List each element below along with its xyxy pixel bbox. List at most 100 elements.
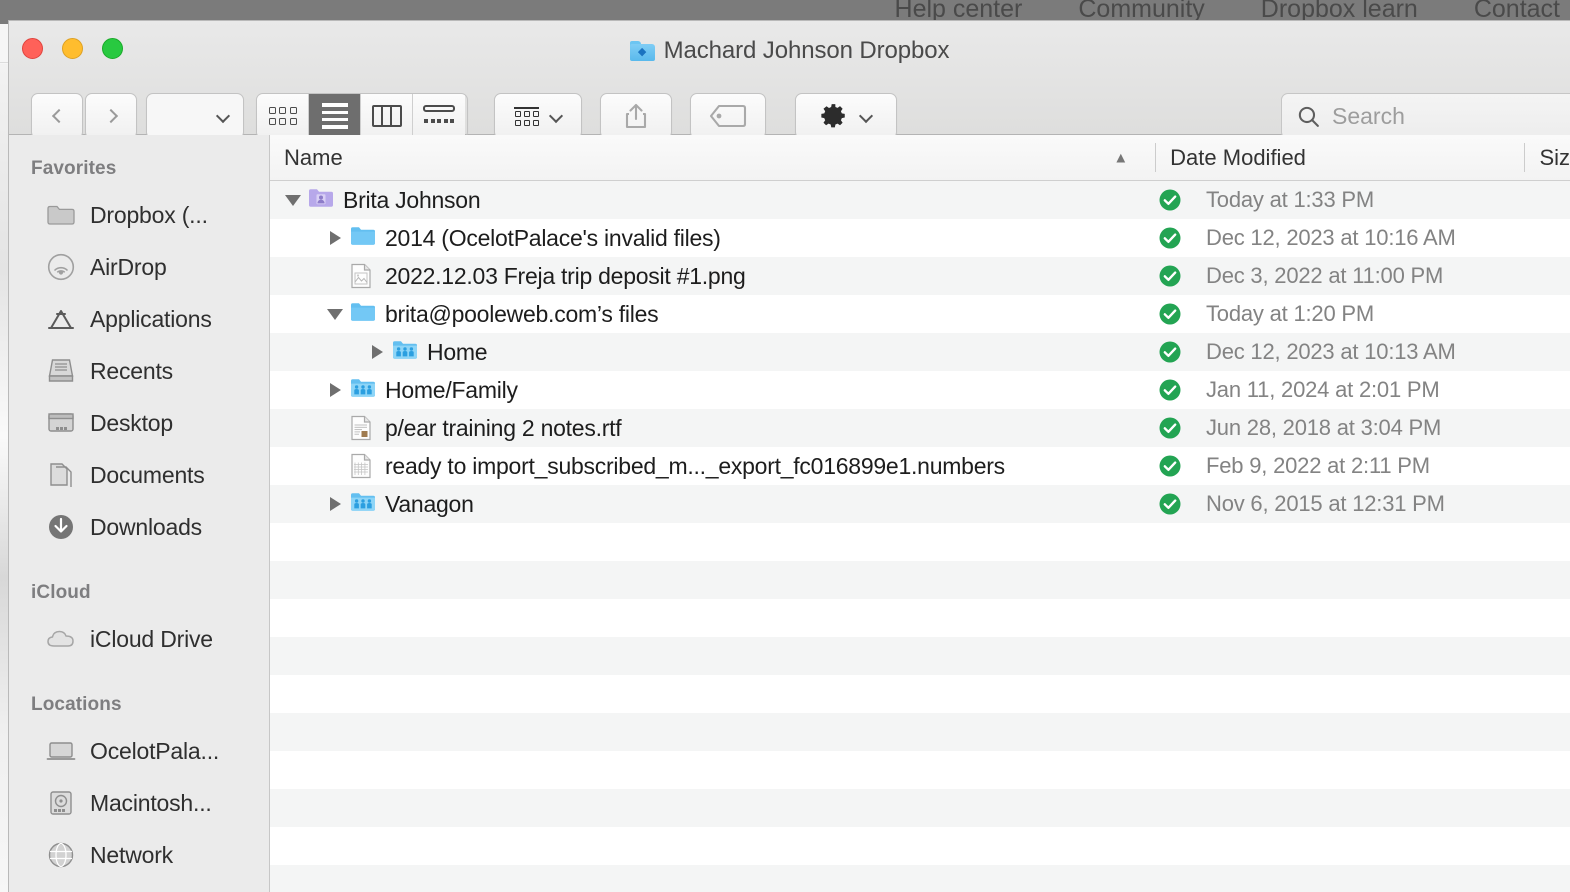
- group-by-button[interactable]: [494, 93, 582, 139]
- folder-icon: [46, 200, 76, 230]
- table-row[interactable]: Vanagon Nov 6, 2015 at 12:31 PM: [270, 485, 1570, 523]
- sidebar-item-ocelotpalace[interactable]: OcelotPala...: [9, 725, 269, 777]
- synced-check-icon: [1158, 302, 1182, 326]
- empty-row: [270, 523, 1570, 561]
- window-content: Favorites Dropbox (... AirDrop Applicati…: [9, 135, 1570, 892]
- cloud-icon: [46, 624, 76, 654]
- columns-icon: [371, 105, 402, 127]
- date-modified-label: Today at 1:33 PM: [1206, 187, 1375, 212]
- recents-icon: [46, 356, 76, 386]
- table-row[interactable]: 2014 (OcelotPalace's invalid files) Dec 1…: [270, 219, 1570, 257]
- column-header-date-modified[interactable]: Date Modified: [1156, 135, 1526, 180]
- empty-row: [270, 561, 1570, 599]
- sidebar-item-downloads[interactable]: Downloads: [9, 501, 269, 553]
- desktop-icon: [46, 408, 76, 438]
- sidebar-item-recents[interactable]: Recents: [9, 345, 269, 397]
- close-button[interactable]: [22, 38, 43, 59]
- disclosure-triangle-open-icon[interactable]: [320, 308, 350, 320]
- zoom-button[interactable]: [102, 38, 123, 59]
- date-modified-label: Jan 11, 2024 at 2:01 PM: [1206, 377, 1440, 402]
- sidebar-item-desktop[interactable]: Desktop: [9, 397, 269, 449]
- icon-view-button[interactable]: [257, 94, 309, 138]
- folder-icon: [350, 301, 376, 327]
- file-name-cell: 2022.12.03 Freja trip deposit #1.png: [270, 257, 1158, 295]
- table-row[interactable]: ready to import_subscribed_m..._export_f…: [270, 447, 1570, 485]
- sidebar: Favorites Dropbox (... AirDrop Applicati…: [9, 135, 270, 892]
- column-view-button[interactable]: [361, 94, 413, 138]
- table-row[interactable]: 2022.12.03 Freja trip deposit #1.png Dec …: [270, 257, 1570, 295]
- file-name-label: Home: [427, 338, 488, 365]
- sidebar-item-documents[interactable]: Documents: [9, 449, 269, 501]
- gallery-view-button[interactable]: [413, 94, 465, 138]
- date-modified-cell: Dec 12, 2023 at 10:13 AM: [1158, 333, 1528, 371]
- date-modified-label: Nov 6, 2015 at 12:31 PM: [1206, 491, 1445, 516]
- sidebar-item-macintosh-hd[interactable]: Macintosh...: [9, 777, 269, 829]
- disclosure-triangle-closed-icon[interactable]: [320, 231, 350, 245]
- sidebar-item-icloud-drive[interactable]: iCloud Drive: [9, 613, 269, 665]
- sidebar-item-label: Applications: [90, 305, 212, 332]
- sidebar-item-applications[interactable]: Applications: [9, 293, 269, 345]
- date-modified-cell: Jan 11, 2024 at 2:01 PM: [1158, 371, 1528, 409]
- file-name-label: Home/Family: [385, 376, 518, 403]
- downloads-icon: [46, 512, 76, 542]
- disclosure-triangle-open-icon[interactable]: [278, 194, 308, 206]
- globe-icon: [46, 840, 76, 870]
- synced-check-icon: [1158, 340, 1182, 364]
- chevron-up-icon: ▲: [1113, 149, 1129, 166]
- date-modified-cell: Nov 6, 2015 at 12:31 PM: [1158, 485, 1528, 523]
- search-icon: [1298, 106, 1319, 127]
- date-modified-label: Feb 9, 2022 at 2:11 PM: [1206, 453, 1430, 478]
- empty-row: [270, 599, 1570, 637]
- file-name-cell: ready to import_subscribed_m..._export_f…: [270, 447, 1158, 485]
- empty-row: [270, 675, 1570, 713]
- list-view-button[interactable]: [309, 94, 361, 138]
- date-modified-cell: Feb 9, 2022 at 2:11 PM: [1158, 447, 1528, 485]
- tag-button[interactable]: [690, 93, 766, 139]
- numbers-file-icon: [350, 453, 376, 479]
- table-row[interactable]: Home Dec 12, 2023 at 10:13 AM: [270, 333, 1570, 371]
- sidebar-item-airdrop[interactable]: AirDrop: [9, 241, 269, 293]
- sidebar-item-dropbox[interactable]: Dropbox (...: [9, 189, 269, 241]
- sidebar-item-network[interactable]: Network: [9, 829, 269, 881]
- file-name-label: 2014 (OcelotPalace's invalid files): [385, 224, 721, 251]
- file-name-cell: Vanagon: [270, 485, 1158, 523]
- table-row[interactable]: p/ear training 2 notes.rtf Jun 28, 2018 a…: [270, 409, 1570, 447]
- documents-icon: [46, 460, 76, 490]
- sidebar-item-label: OcelotPala...: [90, 737, 220, 764]
- folder-icon: [350, 225, 376, 251]
- back-button[interactable]: [31, 93, 83, 139]
- share-button[interactable]: [600, 93, 672, 139]
- background-left-strip: [0, 64, 8, 892]
- airdrop-icon: [46, 252, 76, 282]
- sidebar-item-label: AirDrop: [90, 253, 167, 280]
- disclosure-triangle-closed-icon[interactable]: [320, 497, 350, 511]
- empty-row: [270, 751, 1570, 789]
- user-folder-icon: [308, 187, 334, 213]
- shared-folder-icon: [350, 491, 376, 517]
- table-row[interactable]: Brita Johnson Today at 1:33 PM: [270, 181, 1570, 219]
- file-name-cell: brita@pooleweb.com’s files: [270, 295, 1158, 333]
- file-name-label: brita@pooleweb.com’s files: [385, 300, 659, 327]
- table-row[interactable]: Home/Family Jan 11, 2024 at 2:01 PM: [270, 371, 1570, 409]
- table-row[interactable]: brita@pooleweb.com’s files Today at 1:20 …: [270, 295, 1570, 333]
- disclosure-triangle-closed-icon[interactable]: [362, 345, 392, 359]
- search-input[interactable]: [1332, 102, 1570, 130]
- sidebar-item-label: Network: [90, 841, 173, 868]
- group-icon: [514, 106, 539, 126]
- forward-button[interactable]: [85, 93, 137, 139]
- date-modified-cell: Today at 1:20 PM: [1158, 295, 1528, 333]
- empty-row: [270, 827, 1570, 865]
- empty-row: [270, 865, 1570, 892]
- column-header-name[interactable]: Name ▲: [270, 135, 1157, 180]
- path-dropdown-button[interactable]: [146, 93, 244, 139]
- minimize-button[interactable]: [62, 38, 83, 59]
- finder-window: ◆ Machard Johnson Dropbox Search Favorit…: [8, 20, 1570, 892]
- search-field[interactable]: [1281, 93, 1570, 139]
- action-menu-button[interactable]: [795, 93, 897, 139]
- disclosure-triangle-closed-icon[interactable]: [320, 383, 350, 397]
- file-name-label: Brita Johnson: [343, 186, 481, 213]
- column-header-size[interactable]: Siz: [1525, 135, 1570, 180]
- date-modified-label: Dec 12, 2023 at 10:13 AM: [1206, 339, 1456, 364]
- file-name-label: Vanagon: [385, 490, 474, 517]
- sidebar-item-label: Downloads: [90, 513, 202, 540]
